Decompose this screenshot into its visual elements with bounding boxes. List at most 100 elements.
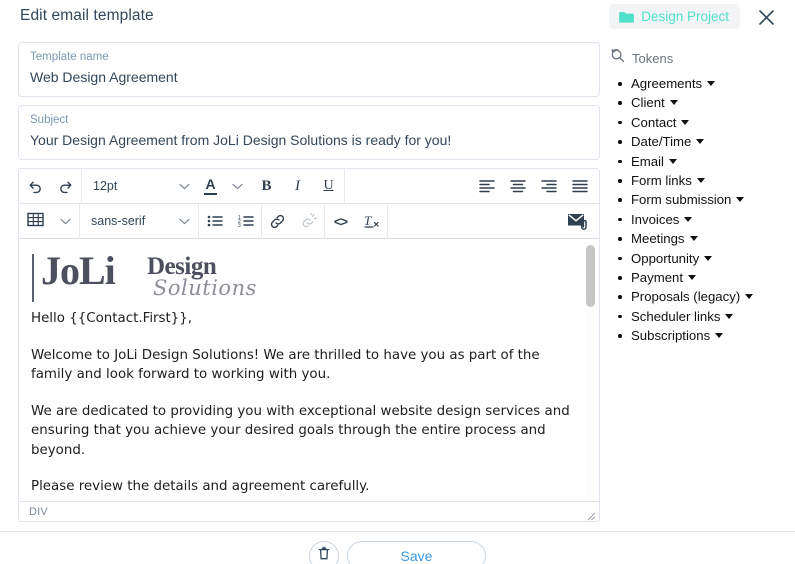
svg-text:T: T bbox=[364, 213, 372, 228]
token-label: Meetings bbox=[631, 231, 685, 247]
template-form: Template name Web Design Agreement Subje… bbox=[18, 42, 600, 522]
rich-text-editor: 12pt A B I U sans-serif 1 2 3 <> T JoLi … bbox=[18, 168, 600, 522]
tokens-header: Tokens bbox=[610, 48, 790, 68]
close-icon[interactable] bbox=[754, 5, 778, 29]
chevron-down-icon bbox=[684, 216, 693, 222]
editor-scrollbar-thumb[interactable] bbox=[586, 245, 595, 307]
token-label: Client bbox=[631, 95, 665, 111]
chevron-down-icon bbox=[179, 214, 190, 228]
token-item-payment[interactable]: Payment bbox=[616, 268, 790, 287]
email-body-canvas[interactable]: JoLi Design Solutions Hello {{Contact.Fi… bbox=[19, 239, 599, 501]
text-color-swatch bbox=[204, 192, 217, 195]
align-left-icon[interactable] bbox=[471, 169, 502, 204]
element-path[interactable]: DIV bbox=[29, 506, 48, 518]
token-label: Payment bbox=[631, 270, 684, 286]
token-item-agreements[interactable]: Agreements bbox=[616, 74, 790, 93]
save-button-label: Save bbox=[400, 548, 433, 564]
fontsize-value: 12pt bbox=[93, 179, 118, 193]
chevron-down-icon bbox=[725, 313, 734, 319]
chevron-down-icon bbox=[688, 275, 697, 281]
token-label: Scheduler links bbox=[631, 308, 721, 324]
chevron-down-icon bbox=[689, 236, 698, 242]
email-paragraph: Please review the details and agreement … bbox=[31, 479, 370, 494]
token-item-email[interactable]: Email bbox=[616, 152, 790, 171]
unlink-icon bbox=[293, 204, 324, 239]
trash-icon bbox=[317, 546, 331, 564]
email-paragraph: Hello {{Contact.First}}, bbox=[31, 311, 193, 326]
subject-field[interactable]: Subject Your Design Agreement from JoLi … bbox=[18, 105, 600, 160]
email-logo: JoLi Design Solutions bbox=[31, 248, 573, 309]
token-item-contact[interactable]: Contact bbox=[616, 113, 790, 132]
token-label: Date/Time bbox=[631, 134, 692, 150]
tokens-heading: Tokens bbox=[632, 50, 674, 66]
token-label: Invoices bbox=[631, 211, 680, 227]
token-item-form-links[interactable]: Form links bbox=[616, 171, 790, 190]
redo-icon[interactable] bbox=[50, 169, 81, 204]
token-item-scheduler-links[interactable]: Scheduler links bbox=[616, 307, 790, 326]
token-item-client[interactable]: Client bbox=[616, 93, 790, 112]
template-name-label: Template name bbox=[30, 51, 109, 63]
chevron-down-icon bbox=[60, 214, 71, 228]
token-label: Form links bbox=[631, 173, 692, 189]
numbered-list-icon[interactable]: 123 bbox=[230, 204, 261, 239]
email-paragraph: Welcome to JoLi Design Solutions! We are… bbox=[31, 347, 540, 383]
chevron-down-icon bbox=[668, 158, 677, 164]
project-badge[interactable]: Design Project bbox=[609, 4, 740, 29]
undo-icon[interactable] bbox=[19, 169, 50, 204]
chevron-down-icon bbox=[681, 119, 690, 125]
table-select[interactable] bbox=[19, 204, 79, 239]
token-label: Agreements bbox=[631, 76, 703, 91]
logo-joli-text: JoLi bbox=[41, 248, 116, 293]
token-label: Opportunity bbox=[631, 250, 700, 266]
table-icon bbox=[27, 212, 44, 230]
fontsize-select[interactable]: 12pt bbox=[82, 169, 198, 204]
align-justify-icon[interactable] bbox=[564, 169, 595, 204]
italic-button[interactable]: I bbox=[282, 169, 313, 204]
chevron-down-icon bbox=[669, 100, 678, 106]
bold-button[interactable]: B bbox=[251, 169, 282, 204]
align-right-icon[interactable] bbox=[533, 169, 564, 204]
subject-input[interactable]: Your Design Agreement from JoLi Design S… bbox=[30, 128, 588, 151]
source-code-button[interactable]: <> bbox=[325, 204, 356, 239]
dialog-header: Edit email template Design Project bbox=[0, 0, 795, 40]
underline-button[interactable]: U bbox=[313, 169, 344, 204]
email-paragraph: We are dedicated to providing you with e… bbox=[31, 403, 570, 458]
bullet-list-icon[interactable] bbox=[199, 204, 230, 239]
text-cursor bbox=[32, 254, 34, 302]
chevron-down-icon bbox=[745, 294, 754, 300]
search-refresh-icon bbox=[610, 48, 625, 68]
token-item-proposals-legacy[interactable]: Proposals (legacy) bbox=[616, 287, 790, 306]
token-item-form-submission[interactable]: Form submission bbox=[616, 190, 790, 209]
chevron-down-icon bbox=[704, 255, 713, 261]
chevron-down-icon bbox=[736, 197, 745, 203]
clear-format-icon[interactable]: T bbox=[356, 204, 387, 239]
delete-button[interactable] bbox=[309, 541, 339, 564]
email-body-content[interactable]: JoLi Design Solutions Hello {{Contact.Fi… bbox=[19, 239, 599, 501]
token-label: Email bbox=[631, 153, 664, 169]
editor-toolbar-row-2: sans-serif 123 <> T bbox=[19, 203, 599, 239]
token-item-datetime[interactable]: Date/Time bbox=[616, 132, 790, 151]
textcolor-select[interactable]: A bbox=[198, 169, 251, 204]
chevron-down-icon bbox=[179, 179, 190, 193]
token-item-invoices[interactable]: Invoices bbox=[616, 210, 790, 229]
chevron-down-icon bbox=[696, 178, 705, 184]
tokens-list: Agreements Client Contact Date/Time Emai… bbox=[610, 74, 790, 346]
template-name-field[interactable]: Template name Web Design Agreement bbox=[18, 42, 600, 97]
subject-label: Subject bbox=[30, 114, 69, 126]
token-item-meetings[interactable]: Meetings bbox=[616, 229, 790, 248]
template-name-input[interactable]: Web Design Agreement bbox=[30, 65, 588, 88]
email-attachment-icon[interactable] bbox=[562, 204, 593, 239]
tokens-panel: Tokens Agreements Client Contact Date/Ti… bbox=[610, 48, 790, 346]
page-title: Edit email template bbox=[20, 7, 154, 24]
link-icon[interactable] bbox=[262, 204, 293, 239]
logo-solutions-text: Solutions bbox=[153, 276, 257, 300]
align-center-icon[interactable] bbox=[502, 169, 533, 204]
token-label: Subscriptions bbox=[631, 328, 711, 344]
token-item-subscriptions[interactable]: Subscriptions bbox=[616, 326, 790, 345]
token-item-opportunity[interactable]: Opportunity bbox=[616, 249, 790, 268]
save-button[interactable]: Save bbox=[347, 541, 486, 564]
fontfamily-select[interactable]: sans-serif bbox=[80, 204, 198, 239]
resize-handle-icon[interactable] bbox=[585, 508, 596, 521]
